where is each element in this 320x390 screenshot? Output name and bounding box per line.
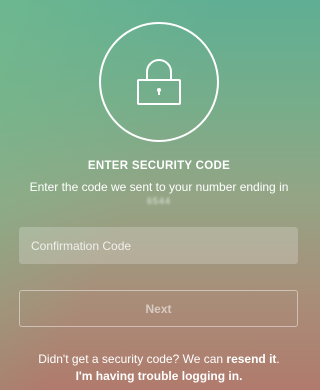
resend-prompt: Didn't get a security code? We can [38,352,227,366]
page-title: ENTER SECURITY CODE [87,160,231,172]
lock-icon [137,59,181,105]
resend-line: Didn't get a security code? We can resen… [0,352,318,366]
resend-end: . [276,352,280,366]
instruction-text: Enter the code we sent to your number en… [29,180,289,194]
trouble-logging-in-link[interactable]: I'm having trouble logging in. [0,369,318,383]
confirmation-code-input[interactable] [19,227,298,264]
masked-phone-suffix: 6544 [146,196,172,206]
resend-link[interactable]: resend it [226,352,276,366]
next-button[interactable]: Next [19,290,298,327]
